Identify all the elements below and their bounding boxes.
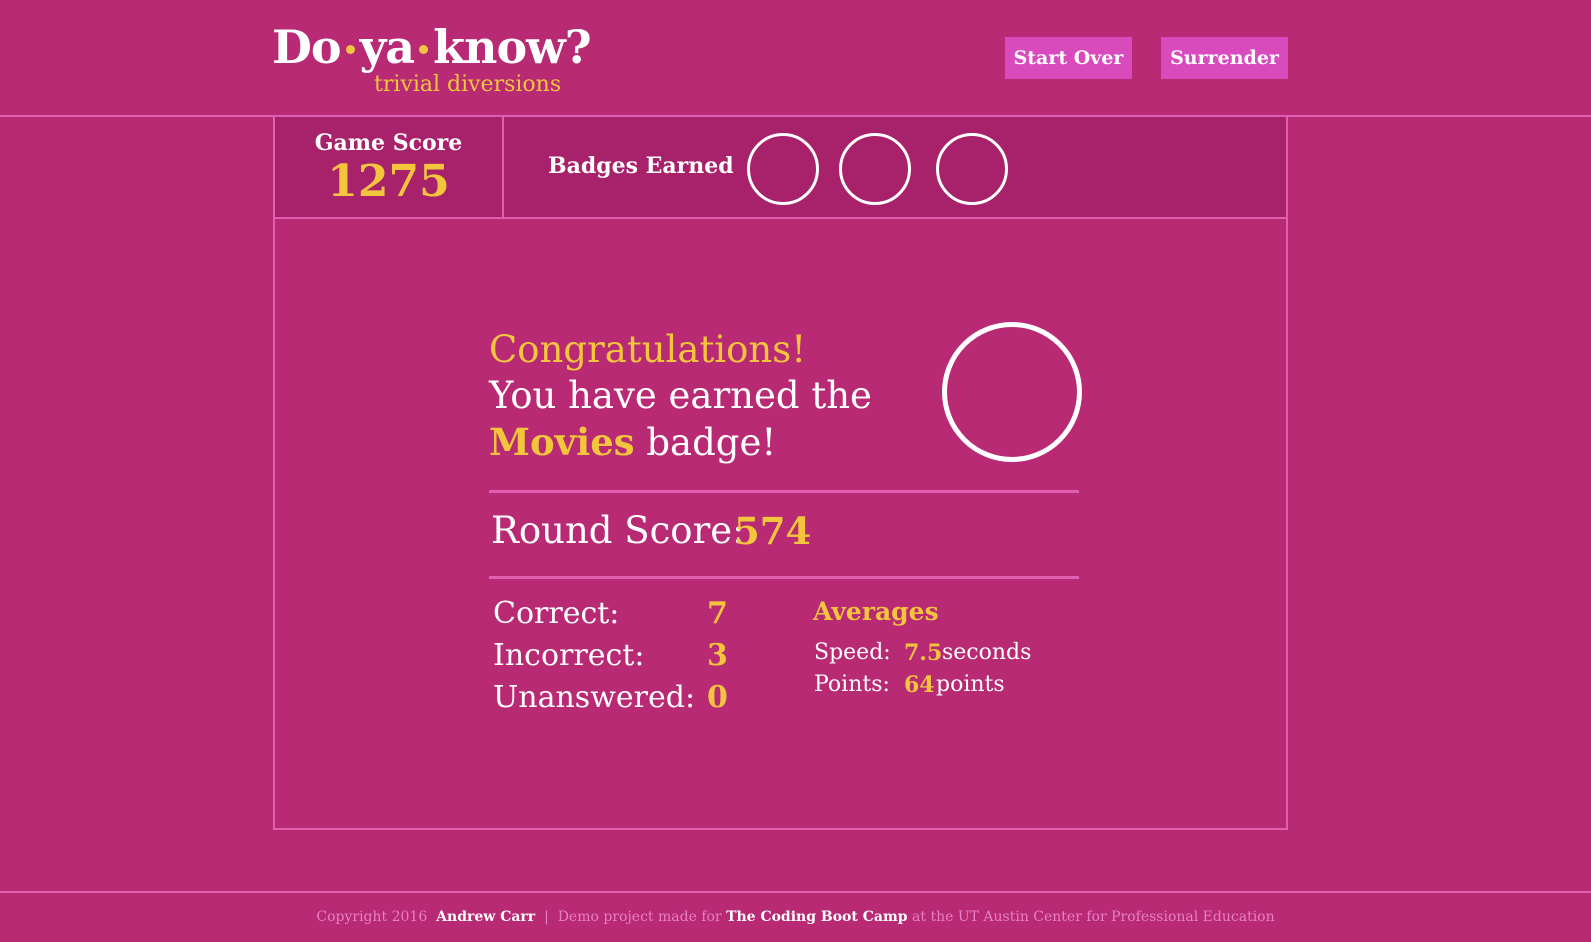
congrats-message: Congratulations! You have earned the Mov… — [489, 327, 929, 466]
logo-dot-icon — [345, 44, 355, 54]
correct-label: Correct: — [493, 596, 620, 631]
bootcamp-link[interactable]: The Coding Boot Camp — [726, 909, 907, 925]
points-value: 64 — [904, 672, 935, 698]
site-header: Do ya know? trivial diversions Start Over … — [0, 0, 1591, 117]
logo-dot-icon — [419, 44, 429, 54]
earned-badge-icon — [942, 322, 1082, 462]
logo-word-ya: ya — [359, 20, 416, 74]
round-result-panel: Congratulations! You have earned the Mov… — [273, 219, 1288, 830]
site-footer: Copyright 2016 Andrew Carr | Demo projec… — [0, 891, 1591, 942]
footer-suffix: at the UT Austin Center for Professional… — [912, 909, 1275, 925]
logo-word-know: know? — [433, 20, 592, 74]
demo-text: Demo project made for — [557, 909, 722, 925]
surrender-button[interactable]: Surrender — [1161, 37, 1288, 79]
points-unit: points — [936, 672, 1005, 697]
logo[interactable]: Do ya know? trivial diversions — [272, 20, 592, 97]
game-score-value: 1275 — [327, 156, 450, 207]
game-score-label: Game Score — [314, 130, 463, 156]
congrats-line-2-suffix: badge! — [634, 421, 777, 464]
unanswered-label: Unanswered: — [493, 680, 696, 715]
averages-title: Averages — [813, 597, 939, 626]
logo-word-do: Do — [272, 20, 342, 74]
congrats-title: Congratulations! — [489, 328, 807, 371]
incorrect-label: Incorrect: — [493, 638, 645, 673]
speed-label: Speed: — [814, 640, 891, 665]
start-over-button[interactable]: Start Over — [1005, 37, 1132, 79]
round-score-value: 574 — [734, 509, 812, 553]
score-bar: Game Score 1275 Badges Earned — [273, 117, 1288, 219]
speed-unit: seconds — [942, 640, 1032, 665]
logo-tagline: trivial diversions — [374, 72, 562, 97]
correct-value: 7 — [707, 596, 728, 631]
earned-badge-name: Movies — [489, 420, 635, 464]
unanswered-value: 0 — [707, 680, 728, 715]
badges-earned-label: Badges Earned — [548, 153, 734, 179]
author-link[interactable]: Andrew Carr — [436, 909, 535, 925]
badge-slot-icon — [747, 133, 819, 205]
points-label: Points: — [814, 672, 890, 697]
divider — [489, 576, 1079, 579]
congrats-line-1: You have earned the — [489, 374, 872, 417]
badge-slot-icon — [936, 133, 1008, 205]
incorrect-value: 3 — [707, 638, 728, 673]
badge-slot-icon — [839, 133, 911, 205]
logo-title: Do ya know? — [272, 20, 592, 74]
copyright-text: Copyright 2016 — [316, 909, 428, 925]
round-score-label: Round Score: — [491, 509, 745, 552]
congrats-line-2: Movies badge! — [489, 419, 929, 466]
divider — [489, 490, 1079, 493]
footer-separator: | — [544, 909, 549, 925]
speed-value: 7.5 — [904, 640, 943, 666]
game-score-panel: Game Score 1275 — [275, 117, 504, 217]
